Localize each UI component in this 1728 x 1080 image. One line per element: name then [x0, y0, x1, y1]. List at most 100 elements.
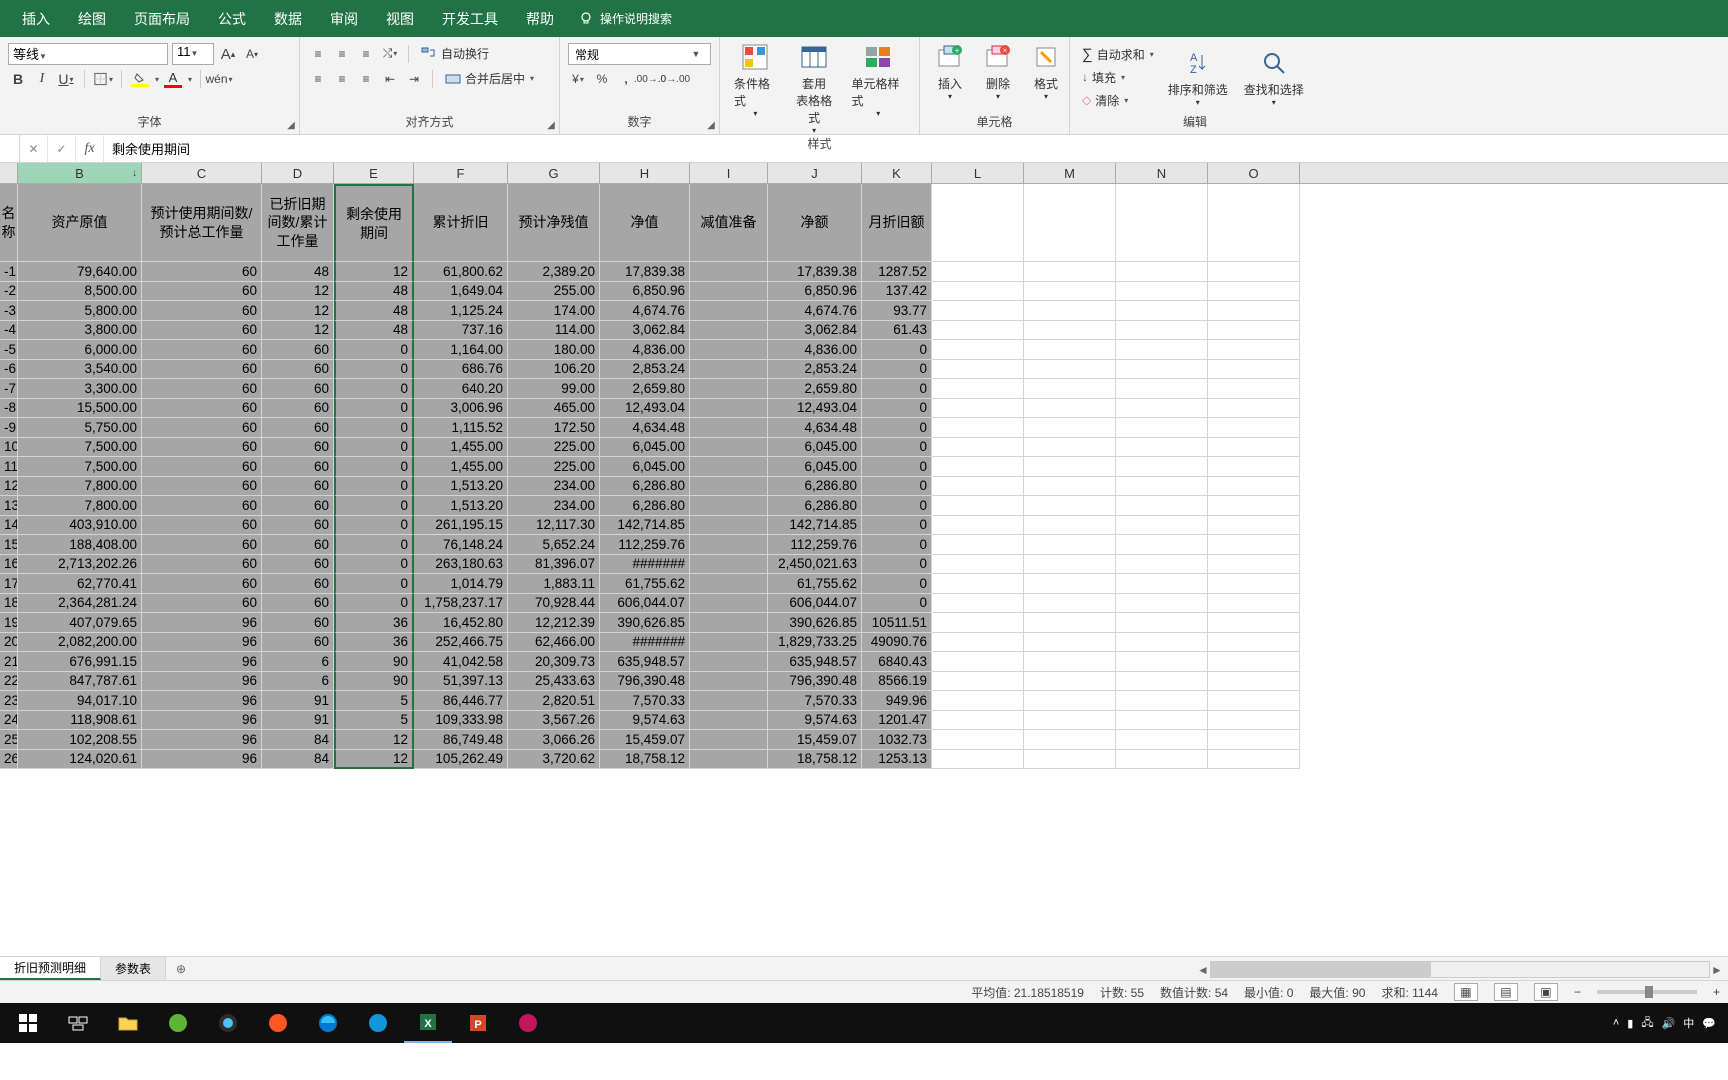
cell[interactable]	[1208, 360, 1300, 380]
cell[interactable]: 48	[334, 301, 414, 321]
cell[interactable]	[1208, 711, 1300, 731]
table-header[interactable]: 减值准备	[690, 184, 768, 262]
cell[interactable]: 6,000.00	[18, 340, 142, 360]
cell[interactable]: 2,853.24	[600, 360, 690, 380]
cell[interactable]: 91	[262, 711, 334, 731]
cell[interactable]: 17	[0, 574, 18, 594]
cell[interactable]: 60	[262, 360, 334, 380]
cell[interactable]	[932, 496, 1024, 516]
table-header[interactable]: 名称	[0, 184, 18, 262]
cell[interactable]: 0	[334, 496, 414, 516]
cell[interactable]: 0	[862, 418, 932, 438]
name-box[interactable]	[0, 135, 20, 162]
cell[interactable]: 737.16	[414, 321, 508, 341]
cell[interactable]: 10511.51	[862, 613, 932, 633]
taskbar-app-5[interactable]	[504, 1003, 552, 1043]
cell[interactable]: 15	[0, 535, 18, 555]
fx-icon[interactable]: fx	[76, 135, 104, 162]
column-header-G[interactable]: G	[508, 163, 600, 183]
cell[interactable]	[690, 594, 768, 614]
delete-cells-button[interactable]: × 删除▾	[976, 41, 1020, 101]
cell[interactable]	[1024, 282, 1116, 302]
cell[interactable]: #######	[600, 633, 690, 653]
cell[interactable]	[932, 672, 1024, 692]
sheet-tab-active[interactable]: 折旧预测明细	[0, 957, 101, 980]
cell[interactable]: 0	[862, 555, 932, 575]
cell[interactable]: 5,750.00	[18, 418, 142, 438]
conditional-format-button[interactable]: 条件格式▾	[728, 41, 783, 118]
cell[interactable]: 60	[142, 282, 262, 302]
cell[interactable]: 2,820.51	[508, 691, 600, 711]
cell[interactable]: 60	[262, 477, 334, 497]
cell[interactable]: 49090.76	[862, 633, 932, 653]
table-header[interactable]: 已折旧期间数/累计工作量	[262, 184, 334, 262]
column-header-M[interactable]: M	[1024, 163, 1116, 183]
cell[interactable]	[1024, 652, 1116, 672]
cell[interactable]: 84	[262, 730, 334, 750]
cell[interactable]	[932, 438, 1024, 458]
cell[interactable]	[690, 672, 768, 692]
cell[interactable]: 62,466.00	[508, 633, 600, 653]
cell[interactable]	[1208, 438, 1300, 458]
cell[interactable]	[1208, 321, 1300, 341]
cell[interactable]: 90	[334, 652, 414, 672]
format-as-table-button[interactable]: 套用 表格格式▾	[787, 41, 842, 135]
cell[interactable]	[1116, 594, 1208, 614]
cell[interactable]: 60	[142, 379, 262, 399]
table-header[interactable]	[1116, 184, 1208, 262]
cell[interactable]: 12,117.30	[508, 516, 600, 536]
cell[interactable]: 0	[862, 496, 932, 516]
tray-ime-icon[interactable]: 中	[1683, 1015, 1694, 1031]
italic-button[interactable]: I	[32, 69, 52, 89]
cell[interactable]	[1024, 438, 1116, 458]
table-header[interactable]: 净值	[600, 184, 690, 262]
cell[interactable]: 142,714.85	[600, 516, 690, 536]
cell[interactable]: 96	[142, 633, 262, 653]
cell[interactable]: 96	[142, 730, 262, 750]
cell[interactable]: 3,720.62	[508, 750, 600, 770]
cell[interactable]	[932, 730, 1024, 750]
cell[interactable]: 60	[262, 535, 334, 555]
cell[interactable]	[1116, 555, 1208, 575]
cell[interactable]	[932, 282, 1024, 302]
cell[interactable]	[932, 360, 1024, 380]
cell[interactable]	[690, 340, 768, 360]
cell[interactable]	[1116, 477, 1208, 497]
cell[interactable]: 5	[334, 691, 414, 711]
table-header[interactable]	[932, 184, 1024, 262]
cell[interactable]: 2,364,281.24	[18, 594, 142, 614]
cell[interactable]	[1116, 282, 1208, 302]
cell[interactable]: 91	[262, 691, 334, 711]
cell[interactable]: 263,180.63	[414, 555, 508, 575]
cell[interactable]	[1208, 301, 1300, 321]
cell[interactable]	[1116, 418, 1208, 438]
cell[interactable]: 635,948.57	[768, 652, 862, 672]
cell[interactable]: 949.96	[862, 691, 932, 711]
cell[interactable]	[1024, 399, 1116, 419]
cell[interactable]	[1024, 711, 1116, 731]
cell[interactable]	[1116, 438, 1208, 458]
cell[interactable]	[1116, 672, 1208, 692]
cell[interactable]	[1024, 555, 1116, 575]
cell[interactable]: 188,408.00	[18, 535, 142, 555]
cell[interactable]	[1116, 535, 1208, 555]
cell[interactable]	[1116, 496, 1208, 516]
find-select-button[interactable]: 查找和选择▾	[1238, 47, 1310, 107]
cell[interactable]: 15,459.07	[768, 730, 862, 750]
cell[interactable]: 61.43	[862, 321, 932, 341]
cell[interactable]	[1208, 496, 1300, 516]
insert-cells-button[interactable]: + 插入▾	[928, 41, 972, 101]
cell[interactable]: 6840.43	[862, 652, 932, 672]
cell[interactable]	[932, 301, 1024, 321]
cell[interactable]	[1208, 691, 1300, 711]
cell[interactable]: 13	[0, 496, 18, 516]
cell[interactable]: 60	[142, 321, 262, 341]
menu-dev-tools[interactable]: 开发工具	[428, 9, 512, 29]
cell[interactable]: 0	[862, 535, 932, 555]
cell[interactable]: 18	[0, 594, 18, 614]
cell[interactable]: 6,045.00	[768, 457, 862, 477]
cell[interactable]: 5,800.00	[18, 301, 142, 321]
cell[interactable]: 1,649.04	[414, 282, 508, 302]
scroll-thumb[interactable]	[1211, 962, 1431, 977]
cell[interactable]	[1024, 262, 1116, 282]
